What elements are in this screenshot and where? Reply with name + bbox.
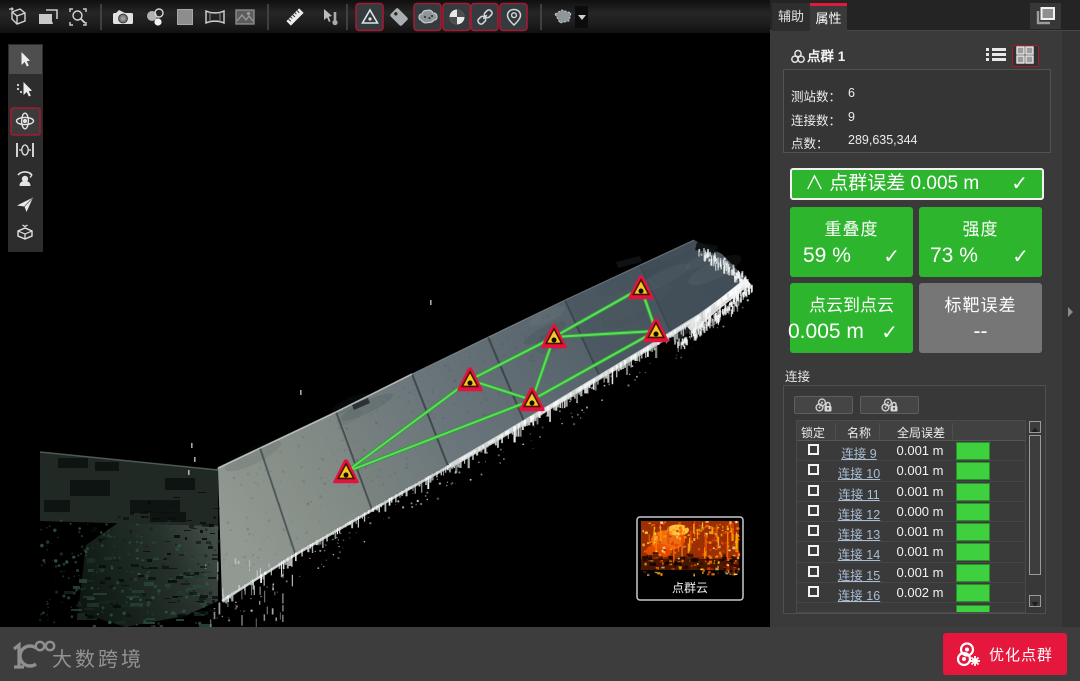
svg-text:点群云: 点群云	[672, 581, 708, 595]
